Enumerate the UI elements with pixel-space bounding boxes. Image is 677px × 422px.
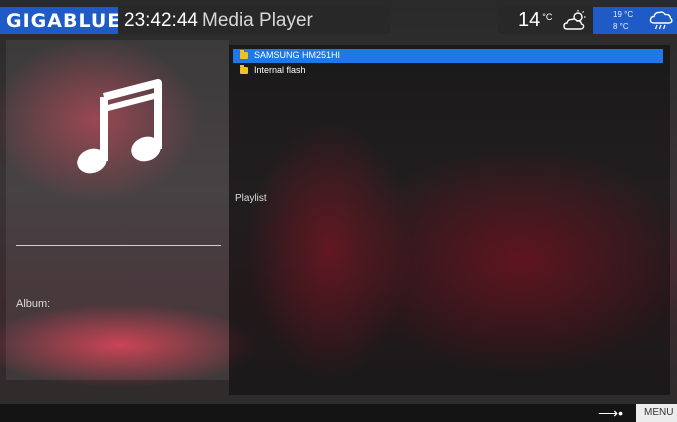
menu-label: MENU — [644, 407, 674, 418]
folder-icon — [240, 50, 248, 59]
file-list-item-label: SAMSUNG HM251HI — [254, 50, 341, 60]
playlist-label: Playlist — [235, 193, 267, 204]
music-note-icon — [76, 75, 168, 180]
temp-unit: °C — [542, 12, 553, 22]
brand-logo: GIGABLUE — [6, 10, 122, 32]
clock-box: 23:42:44 Media Player — [118, 7, 390, 34]
folder-icon — [240, 65, 248, 74]
arrow-dot-icon[interactable]: ⟶• — [598, 404, 623, 422]
file-browser: SAMSUNG HM251HI Internal flash Playlist — [229, 45, 670, 395]
divider — [16, 245, 221, 246]
brand-box: GIGABLUE — [0, 7, 122, 34]
info-panel: Album: — [6, 40, 229, 380]
forecast-high: 19 °C — [613, 10, 634, 19]
menu-button[interactable]: MENU — [636, 404, 677, 422]
current-temp: 14 °C — [518, 9, 553, 31]
file-list-item-label: Internal flash — [254, 65, 306, 75]
clock: 23:42:44 — [124, 10, 198, 31]
file-list-item[interactable]: SAMSUNG HM251HI — [233, 49, 663, 63]
current-weather: 14 °C — [498, 7, 598, 34]
cloud-rain-icon — [649, 9, 673, 36]
album-label: Album: — [16, 298, 51, 310]
bottom-bar: ⟶• MENU — [0, 404, 677, 422]
cloud-sun-icon — [563, 10, 589, 37]
forecast-low: 8 °C — [613, 22, 629, 31]
media-player-screen: GIGABLUE 23:42:44 Media Player 14 °C 19 °… — [0, 0, 677, 422]
page-title: Media Player — [202, 10, 313, 31]
top-bar: GIGABLUE 23:42:44 Media Player 14 °C 19 °… — [0, 0, 677, 36]
file-list-item[interactable]: Internal flash — [233, 64, 663, 78]
forecast-weather: 19 °C 8 °C — [593, 7, 677, 34]
